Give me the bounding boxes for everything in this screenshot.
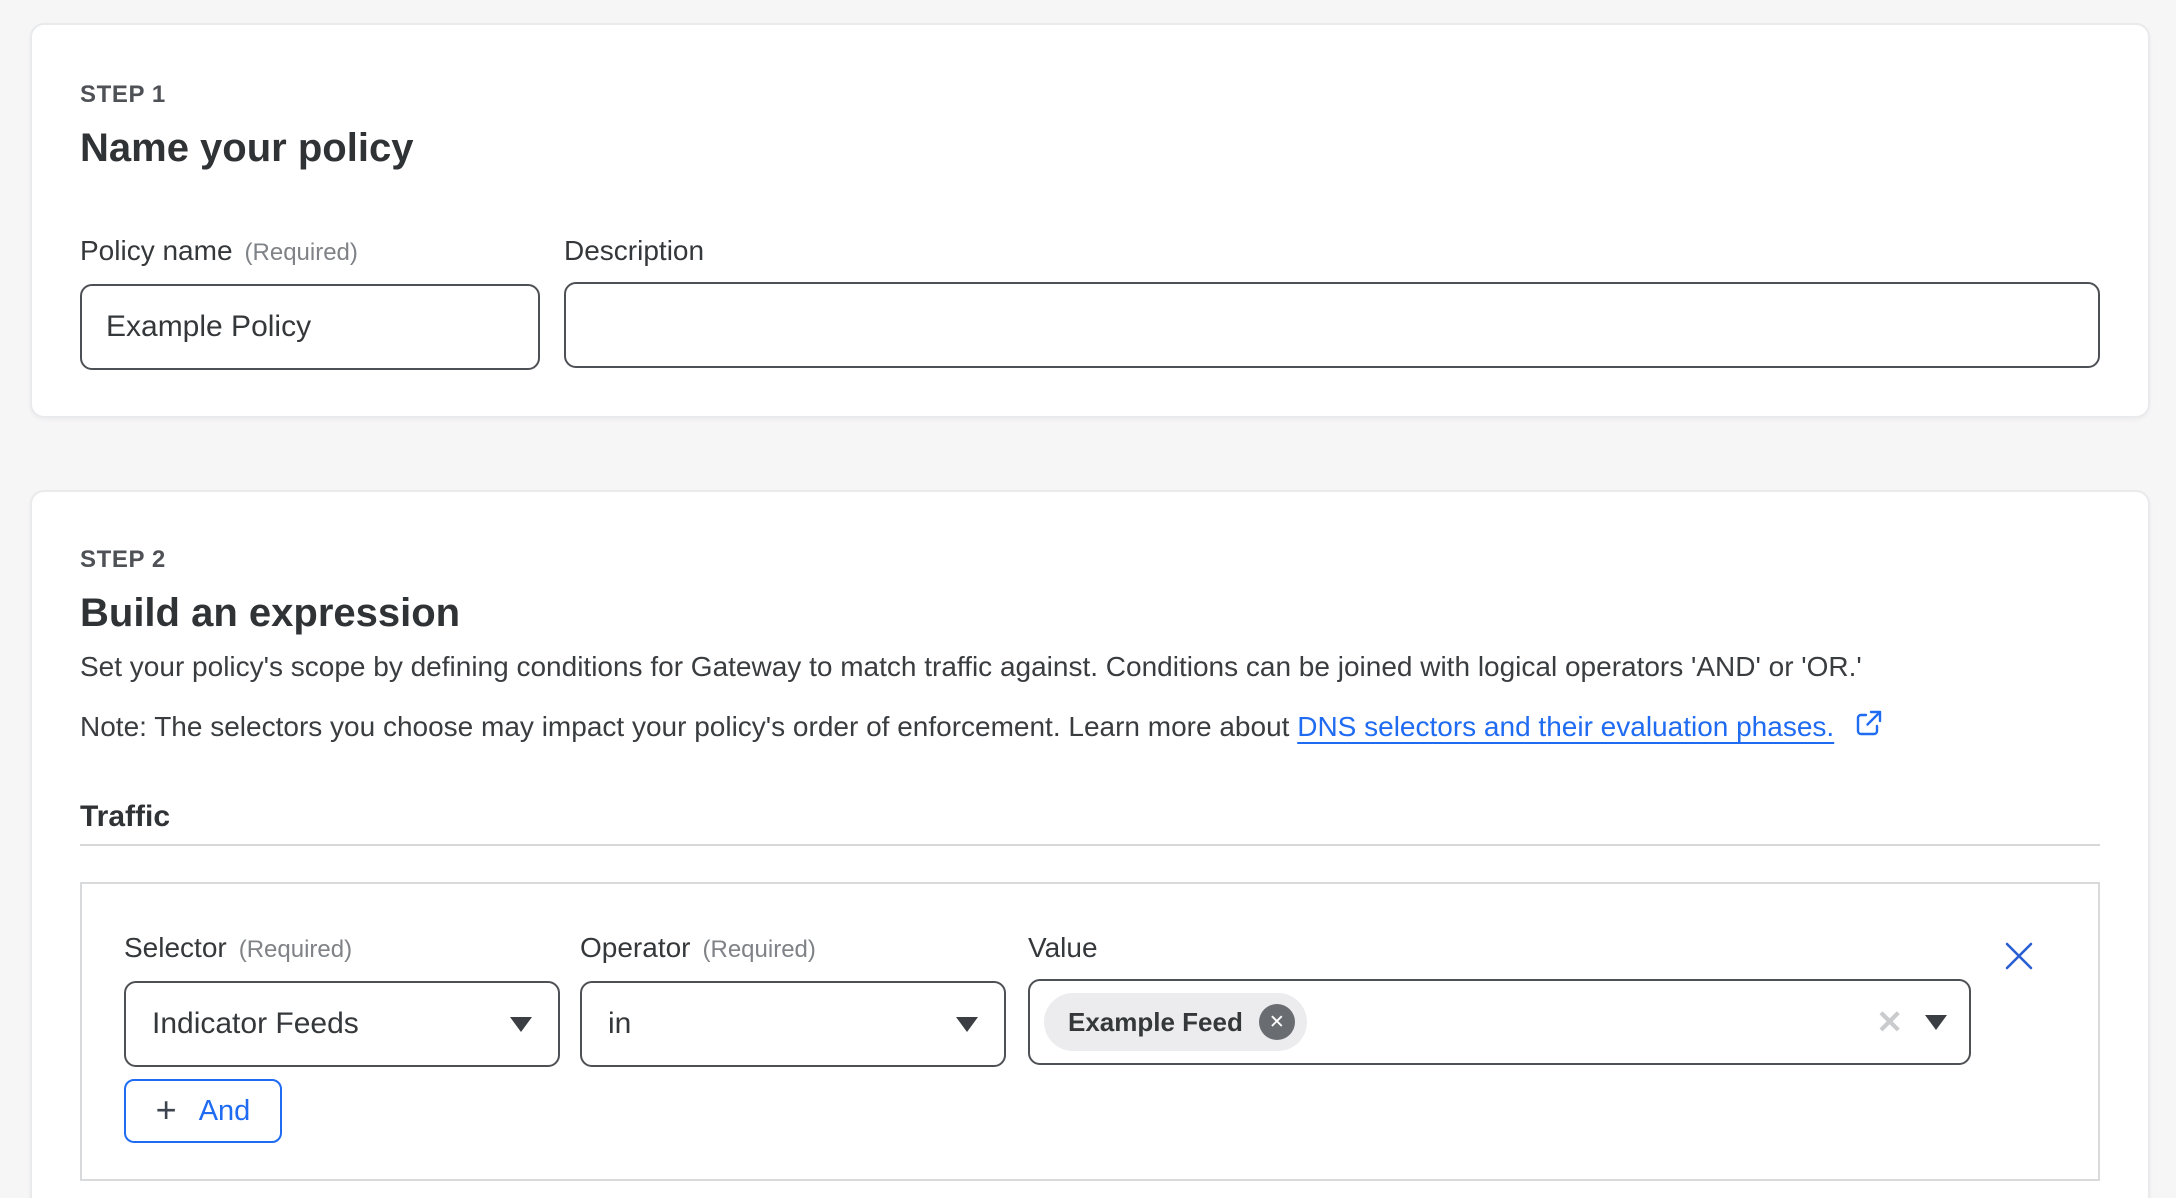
policy-name-field-group: Policy name (Required) xyxy=(80,235,540,370)
operator-dropdown[interactable]: in xyxy=(580,981,1006,1067)
dns-selectors-link[interactable]: DNS selectors and their evaluation phase… xyxy=(1297,711,1834,742)
external-link-icon xyxy=(1852,708,1884,740)
selector-dropdown-value: Indicator Feeds xyxy=(152,1007,359,1041)
chevron-down-icon xyxy=(956,1017,978,1032)
remove-tag-icon[interactable]: ✕ xyxy=(1259,1004,1295,1040)
step1-fields-row: Policy name (Required) Description xyxy=(80,235,2100,370)
step2-label: STEP 2 xyxy=(80,546,2100,574)
step1-label: STEP 1 xyxy=(80,81,2100,109)
description-label-row: Description xyxy=(564,235,2100,267)
operator-field-group: Operator (Required) in xyxy=(580,932,1006,1067)
step2-title: Build an expression xyxy=(80,590,2100,636)
step2-note-prefix: Note: The selectors you choose may impac… xyxy=(80,711,1297,742)
value-label: Value xyxy=(1028,932,1098,963)
selector-dropdown[interactable]: Indicator Feeds xyxy=(124,981,560,1067)
chevron-down-icon xyxy=(1925,1015,1947,1030)
policy-name-required-hint: (Required) xyxy=(245,239,358,266)
selector-label-row: Selector (Required) xyxy=(124,932,560,966)
value-field-group: Value Example Feed ✕ ✕ xyxy=(1028,932,1971,1065)
traffic-divider xyxy=(80,844,2100,846)
step1-card: STEP 1 Name your policy Policy name (Requ… xyxy=(30,23,2150,418)
and-button-label: And xyxy=(199,1095,251,1128)
plus-icon: + xyxy=(156,1092,177,1128)
selector-required-hint: (Required) xyxy=(239,936,352,963)
description-label: Description xyxy=(564,235,704,266)
step2-note: Note: The selectors you choose may impac… xyxy=(80,708,2100,744)
step2-intro: Set your policy's scope by defining cond… xyxy=(80,650,2100,684)
description-input[interactable] xyxy=(564,282,2100,368)
operator-label: Operator xyxy=(580,932,691,963)
policy-name-input[interactable] xyxy=(80,284,540,370)
value-label-row: Value xyxy=(1028,932,1971,964)
delete-condition-icon[interactable] xyxy=(2001,938,2037,974)
chevron-down-icon xyxy=(510,1017,532,1032)
step1-title: Name your policy xyxy=(80,125,2100,171)
traffic-condition-box: Selector (Required) Indicator Feeds Opera… xyxy=(80,882,2100,1181)
value-multiselect[interactable]: Example Feed ✕ ✕ xyxy=(1028,979,1971,1065)
operator-label-row: Operator (Required) xyxy=(580,932,1006,966)
value-tag: Example Feed ✕ xyxy=(1044,993,1307,1051)
selector-label: Selector xyxy=(124,932,227,963)
condition-row: Selector (Required) Indicator Feeds Opera… xyxy=(124,932,2056,1067)
add-and-condition-button[interactable]: + And xyxy=(124,1079,282,1143)
selector-field-group: Selector (Required) Indicator Feeds xyxy=(124,932,560,1067)
value-tag-label: Example Feed xyxy=(1068,1007,1243,1038)
operator-required-hint: (Required) xyxy=(703,936,816,963)
traffic-heading: Traffic xyxy=(80,800,2100,834)
policy-name-label: Policy name xyxy=(80,235,233,266)
description-field-group: Description xyxy=(564,235,2100,370)
clear-values-icon[interactable]: ✕ xyxy=(1876,1003,1903,1041)
step2-card: STEP 2 Build an expression Set your poli… xyxy=(30,490,2150,1198)
policy-name-label-row: Policy name (Required) xyxy=(80,235,540,269)
operator-dropdown-value: in xyxy=(608,1007,631,1041)
